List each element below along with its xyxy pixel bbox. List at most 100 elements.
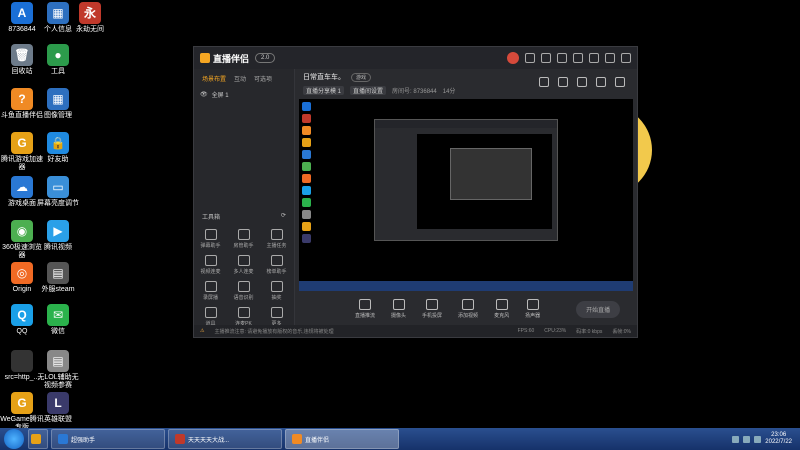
room-settings-chip[interactable]: 直播间设置 <box>350 86 387 95</box>
nested-preview-window <box>374 119 558 241</box>
desktop-icon-label: 无LOL辅助无视频参赛 <box>37 374 79 389</box>
desktop-icon[interactable]: 🔒 好友助 <box>36 132 80 164</box>
version-pill[interactable]: 2.0 <box>255 53 276 63</box>
expand-icon[interactable] <box>596 77 606 87</box>
task-pinned-app[interactable] <box>28 429 48 449</box>
tool-item[interactable]: 录屏播 <box>194 281 227 301</box>
tool-label: 抽奖 <box>271 295 282 301</box>
tab-options[interactable]: 可选项 <box>254 74 272 83</box>
tool-label: 多人连麦 <box>233 269 254 275</box>
tool-item[interactable]: 多人连麦 <box>227 255 260 275</box>
task-button[interactable]: 直播伴侣 <box>285 429 399 449</box>
room-title[interactable]: 日常直车车。 <box>303 72 345 82</box>
tool-item[interactable]: 语音识别 <box>227 281 260 301</box>
desktop-icon[interactable]: L 英雄联盟 <box>36 392 80 424</box>
app-icon: ▭ <box>47 176 69 198</box>
maximize-icon[interactable] <box>605 53 615 63</box>
desktop-icon-label: 图像管理 <box>44 112 72 119</box>
room-id: 房间号: 8736844 <box>392 89 437 95</box>
go-live-button[interactable]: 开始直播 <box>576 300 621 318</box>
volume-icon[interactable] <box>743 435 751 443</box>
control-icon <box>426 299 439 310</box>
desktop-icon-label: 外服steam <box>41 286 75 293</box>
control-icon <box>495 299 508 310</box>
tool-item[interactable]: 视频连麦 <box>194 255 227 275</box>
clock-time: 23:06 <box>771 432 787 438</box>
scene-item[interactable]: 👁 全屏 1 <box>194 88 294 101</box>
tool-item[interactable]: 弹幕助手 <box>194 229 227 249</box>
control-icon <box>462 299 475 310</box>
control-button[interactable]: 麦克风 <box>494 299 509 319</box>
layout-icon[interactable] <box>577 77 587 87</box>
control-button[interactable]: 添加视频 <box>458 299 478 319</box>
app-icon: ? <box>11 88 33 110</box>
share-icon[interactable] <box>615 77 625 87</box>
tool-item[interactable]: 更多 <box>260 307 293 327</box>
settings-icon[interactable] <box>525 53 535 63</box>
tool-label: 视频连麦 <box>200 269 221 275</box>
desktop-icon-label: 好友助 <box>47 156 69 163</box>
minimize-icon[interactable] <box>589 53 599 63</box>
app-icon: ▦ <box>47 88 69 110</box>
scene-label: 全屏 1 <box>211 93 229 99</box>
control-button[interactable]: 扬声器 <box>525 299 540 319</box>
control-button[interactable]: 摄像头 <box>391 299 406 319</box>
app-icon: L <box>47 392 69 414</box>
app-icon: ◉ <box>11 220 33 242</box>
message-icon[interactable] <box>541 53 551 63</box>
desktop-icon-label: 腾讯视频 <box>44 244 72 251</box>
tool-icon <box>204 281 217 292</box>
task-button[interactable]: 超强助手 <box>51 429 165 449</box>
ime-icon[interactable] <box>754 435 762 443</box>
lock-icon[interactable] <box>558 77 568 87</box>
tab-interact[interactable]: 互动 <box>234 74 246 83</box>
desktop-icon[interactable]: ▤ 外服steam <box>36 262 80 294</box>
refresh-icon[interactable]: ⟳ <box>281 212 286 221</box>
app-icon: A <box>11 2 33 24</box>
control-button[interactable]: 直播推流 <box>355 299 375 319</box>
clock[interactable]: 23:06 2022/7/22 <box>765 432 792 446</box>
control-label: 麦克风 <box>494 313 510 319</box>
app-icon: 🗑 <box>11 44 33 66</box>
tool-item[interactable]: 连麦PK <box>227 307 260 327</box>
category-chip[interactable]: 直播分享模 1 <box>303 86 345 95</box>
tab-scene[interactable]: 场景布置 <box>202 74 226 83</box>
title-bar: 直播伴侣 2.0 <box>194 47 637 69</box>
start-button[interactable] <box>4 429 24 449</box>
status-bar: ⚠ 主播推流注意: 请避免播放有版权的音乐,违规将被处理 FPS:60 CPU:2… <box>194 325 637 337</box>
control-button[interactable]: 手机投屏 <box>422 299 442 319</box>
menu-icon[interactable] <box>573 53 583 63</box>
task-label: 天天天天大战... <box>188 437 230 444</box>
desktop-icon[interactable]: 永永劫无间 <box>68 2 112 34</box>
network-icon[interactable] <box>732 435 740 443</box>
desktop-icon[interactable]: ▤ 无LOL辅助无视频参赛 <box>36 350 80 390</box>
desktop-icon[interactable]: ▶ 腾讯视频 <box>36 220 80 252</box>
stream-preview[interactable] <box>299 99 633 291</box>
desktop-icon[interactable]: ▦ 图像管理 <box>36 88 80 120</box>
desktop-icon-label: 英雄联盟 <box>44 416 72 423</box>
task-button[interactable]: 天天天天大战... <box>168 429 282 449</box>
desktop-icon-label: 微信 <box>51 328 65 335</box>
tool-item[interactable]: 抽奖 <box>260 281 293 301</box>
desktop-icon[interactable]: ✉ 微信 <box>36 304 80 336</box>
tool-item[interactable]: 主播任务 <box>260 229 293 249</box>
tool-label: 语音识别 <box>233 295 254 301</box>
room-tag[interactable]: 游戏 <box>351 72 372 82</box>
app-logo: 直播伴侣 <box>200 52 249 65</box>
status-stat: 丢帧:0% <box>612 328 631 335</box>
eye-icon[interactable]: 👁 <box>200 91 208 98</box>
tool-item[interactable]: 房管助手 <box>227 229 260 249</box>
gift-icon[interactable] <box>539 77 549 87</box>
desktop-icon[interactable]: ▭ 屏幕亮度调节 <box>36 176 80 208</box>
tool-icon <box>204 229 217 240</box>
close-icon[interactable] <box>621 53 631 63</box>
desktop-icon[interactable]: ● 工具 <box>36 44 80 76</box>
skin-icon[interactable] <box>557 53 567 63</box>
tool-item[interactable]: 道具 <box>194 307 227 327</box>
avatar[interactable] <box>507 52 519 64</box>
tool-item[interactable]: 榜单助手 <box>260 255 293 275</box>
tool-icon <box>237 229 250 240</box>
task-label: 直播伴侣 <box>305 437 330 444</box>
app-icon: 永 <box>79 2 101 24</box>
tool-icon <box>237 281 250 292</box>
